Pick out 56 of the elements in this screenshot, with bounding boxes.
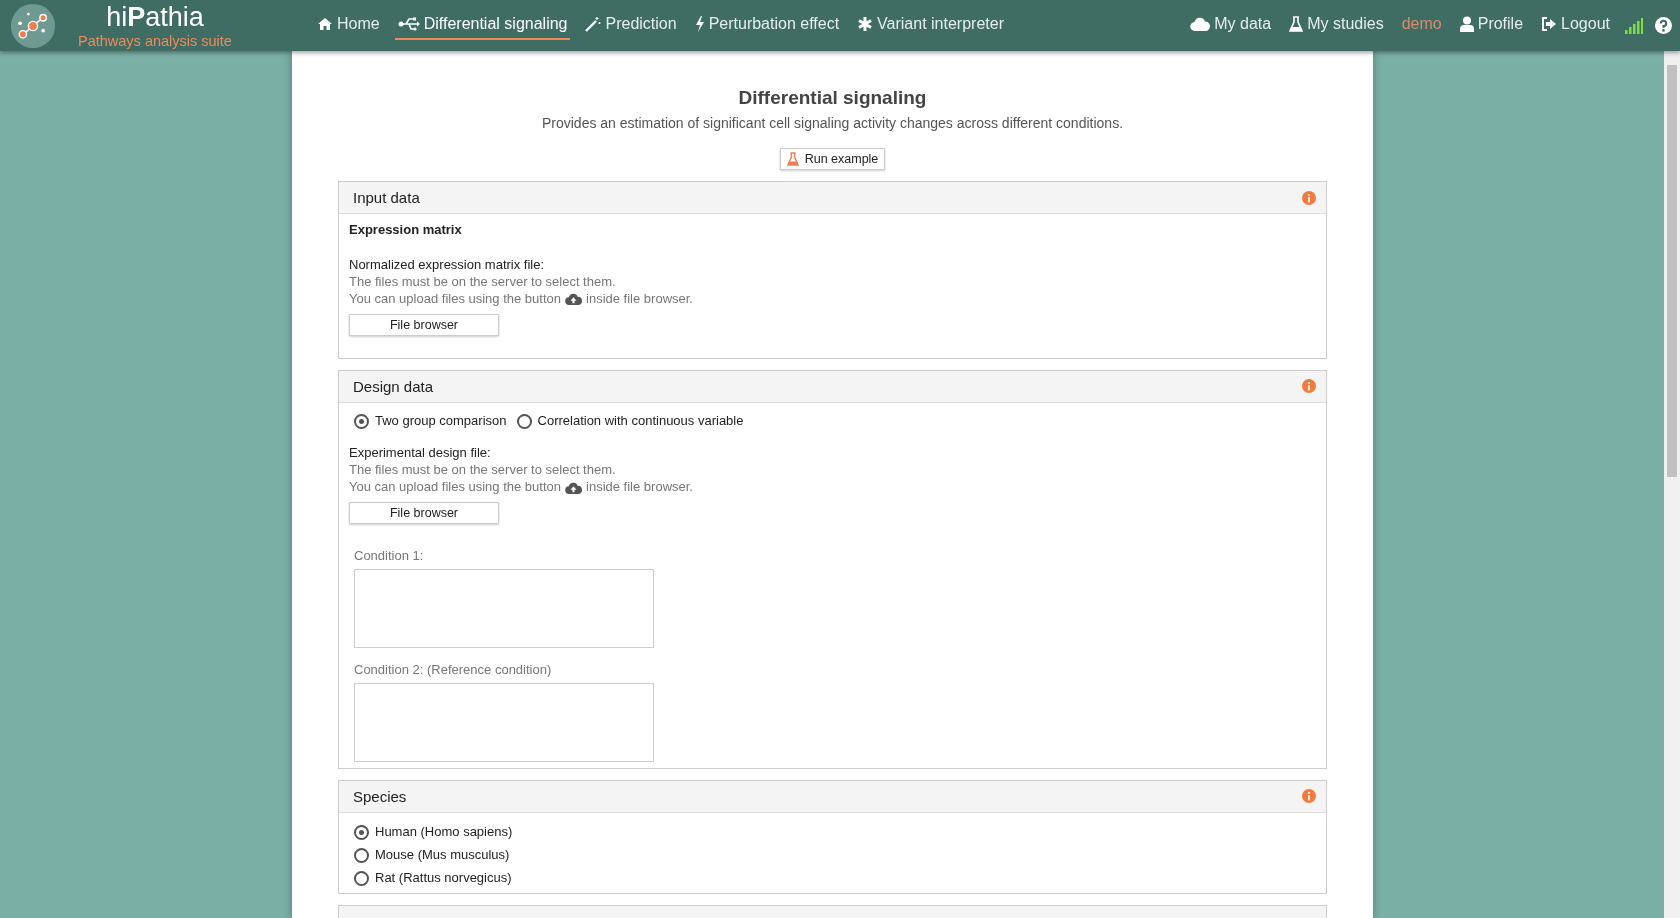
hint-text: The files must be on the server to select them. — [349, 273, 617, 291]
nav-link[interactable]: Prediction — [582, 11, 680, 40]
field-label: Normalized expression matrix file: — [349, 256, 546, 274]
run-example-button[interactable]: Run example — [779, 148, 886, 170]
radio-button[interactable] — [516, 413, 532, 429]
nav-link[interactable]: Perturbation effect — [691, 11, 843, 40]
nav-link[interactable]: Profile — [1456, 11, 1527, 40]
file-browser-button[interactable]: File browser — [349, 313, 499, 336]
asterisk-icon — [857, 16, 874, 32]
radio-button[interactable] — [354, 847, 369, 863]
radio-option[interactable]: Rat (Rattus norvegicus) — [354, 869, 1311, 887]
hint-text: inside file browser. — [586, 479, 693, 497]
logout-icon — [1541, 16, 1558, 32]
page-title: Differential signaling — [737, 87, 928, 109]
usb-icon — [397, 17, 420, 31]
logo-icon[interactable] — [10, 2, 56, 49]
cloud-icon — [1190, 17, 1211, 31]
cloud-upload-icon — [565, 481, 583, 494]
radio-option[interactable]: Human (Homo sapiens) — [354, 823, 1311, 841]
radio-option[interactable]: Mouse (Mus musculus) — [354, 846, 1311, 864]
radio-button[interactable] — [354, 870, 369, 886]
hint-text: You can upload files using the button — [349, 290, 562, 308]
file-browser-button[interactable]: File browser — [349, 502, 499, 525]
help-icon[interactable] — [1655, 17, 1672, 34]
radio-option[interactable]: Two group comparison — [354, 412, 507, 430]
flask-icon — [786, 152, 799, 166]
app-tagline: Pathways analysis suite — [78, 32, 232, 49]
nav-link[interactable]: My studies — [1286, 11, 1387, 40]
app-title[interactable]: hiPathia — [106, 2, 204, 31]
panel-title: Input data — [353, 189, 420, 206]
signal-strength-icon — [1625, 17, 1643, 34]
home-icon — [317, 16, 333, 32]
radio-button[interactable] — [354, 824, 369, 840]
nav-link[interactable]: Variant interpreter — [854, 11, 1007, 40]
nav-link[interactable]: My data — [1187, 11, 1275, 40]
magic-wand-icon — [585, 16, 602, 32]
field-label: Condition 1: — [354, 548, 425, 565]
lightning-icon — [694, 16, 705, 32]
hint-text: You can upload files using the button — [349, 479, 562, 497]
page-subtitle: Provides an estimation of significant cell signaling activity changes across different conditions. — [540, 115, 1125, 131]
cloud-upload-icon — [565, 293, 583, 306]
radio-option[interactable]: Correlation with continuous variable — [516, 412, 744, 430]
nav-link[interactable]: Differential signaling — [394, 11, 571, 40]
nav-link[interactable]: Home — [314, 11, 383, 40]
panel-title: Design data — [353, 377, 434, 395]
section-heading: Expression matrix — [349, 222, 463, 239]
field-label: Condition 2: (Reference condition) — [354, 662, 553, 679]
scrollbar[interactable] — [1664, 51, 1680, 918]
field-label: Experimental design file: — [349, 445, 492, 463]
panel-title: Species — [353, 787, 407, 805]
hint-text: inside file browser. — [586, 290, 693, 308]
user-icon — [1459, 16, 1474, 32]
radio-button[interactable] — [354, 413, 369, 429]
hint-text: The files must be on the server to select them. — [349, 462, 617, 480]
flask-icon — [1289, 16, 1304, 32]
nav-link[interactable]: Logout — [1538, 11, 1613, 40]
